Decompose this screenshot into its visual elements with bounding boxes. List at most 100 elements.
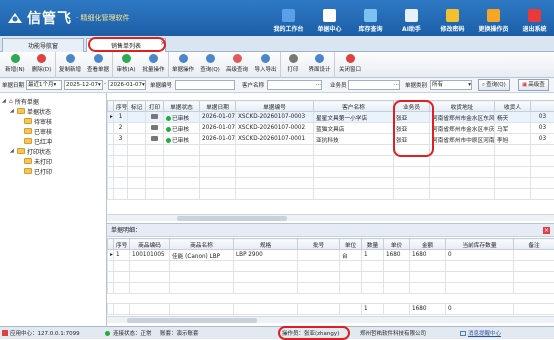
tree-group-print[interactable]: ◢打印状态	[10, 146, 51, 156]
detail-close-icon[interactable]: ×	[543, 227, 550, 234]
toolbar-close-window-button[interactable]: 关闭窗口	[335, 52, 365, 78]
add-icon	[11, 54, 20, 63]
folder-icon	[24, 118, 32, 124]
date-to-field[interactable]: 2026-01-07▾	[108, 80, 146, 90]
scrollbar-thumb[interactable]	[127, 318, 257, 323]
toolbar-batch-button[interactable]: 批量操作	[139, 52, 169, 78]
main-horizontal-scrollbar[interactable]	[107, 214, 554, 221]
tree-item-reversed[interactable]: 已红冲	[24, 136, 52, 146]
toolbar-print-button[interactable]: 打印	[281, 52, 305, 78]
period-select[interactable]: 最近1个月▾	[26, 80, 62, 90]
tree-item-unprinted[interactable]: 未打印	[24, 156, 52, 166]
detail-header: 单据明细： ×	[107, 223, 554, 237]
scrollbar-thumb[interactable]	[177, 216, 287, 221]
dcol-code[interactable]: 商品编码	[130, 239, 170, 250]
nav-ai-assistant[interactable]: AI助手	[391, 0, 432, 36]
app-header: 信管飞 · 精细化管理软件 我的工作台单据中心库存查询AI助手修改密码更换操作员…	[0, 0, 554, 36]
toolbar-label: 审核(A)	[116, 65, 135, 73]
dcol-name[interactable]: 商品名称	[170, 239, 234, 250]
chevron-down-icon: ▾	[142, 82, 145, 88]
toolbar-advanced-query-button[interactable]: 高级查询	[223, 52, 251, 78]
dcol-batch[interactable]: 批号	[298, 239, 340, 250]
toolbar-document-action-button[interactable]: 单据操作	[169, 52, 197, 78]
type-select[interactable]: 所有▾	[430, 80, 472, 90]
nav-workbench[interactable]: 我的工作台	[268, 0, 309, 36]
cell-no: 3	[114, 134, 128, 145]
col-customer[interactable]: 客户名称	[314, 101, 394, 112]
col-code[interactable]: 单据编号	[236, 101, 314, 112]
tree-group-status[interactable]: ◢单据状态	[10, 106, 51, 116]
date-from-field[interactable]: 2025-12-07▾	[64, 80, 103, 90]
dcol-amount[interactable]: 金额	[410, 239, 446, 250]
toolbar-view-document-button[interactable]: 查看单据	[84, 52, 113, 78]
folder-icon	[17, 108, 25, 114]
col-extra[interactable]	[531, 101, 554, 112]
message-center[interactable]: 消息提醒中心	[460, 329, 501, 337]
query-button[interactable]: ⌕查询(Q)	[478, 79, 510, 91]
detail-row[interactable]: ▸1100101005佳能 (Canon) LBPLBP 2900台116801…	[108, 250, 554, 261]
toolbar-add-button[interactable]: 新增(N)	[2, 52, 28, 78]
col-status[interactable]: 单据状态	[164, 101, 200, 112]
collapse-icon[interactable]: ◢	[2, 98, 9, 104]
dcol-spec[interactable]: 规格	[234, 239, 298, 250]
dcol-unit[interactable]: 单位	[340, 239, 362, 250]
salesperson-filter-input[interactable]: ···	[348, 80, 400, 90]
cell-date: 2026-01-07	[200, 123, 236, 134]
total-qty: 1	[362, 304, 384, 315]
toolbar-delete-button[interactable]: 删除(D)	[28, 52, 56, 78]
col-print[interactable]: 打印	[146, 101, 164, 112]
lock-icon	[446, 9, 459, 22]
table-row[interactable]: 2已审核2026-01-07XSCKD-20260107-0002蓝猫文具店张亚…	[108, 123, 554, 134]
toolbar-import-export-button[interactable]: 导入导出	[251, 52, 281, 78]
tree-item-approved[interactable]: 已审核	[24, 126, 52, 136]
nav-label: 修改密码	[440, 24, 464, 33]
collapse-icon[interactable]: ◢	[10, 108, 17, 114]
lookup-icon[interactable]: ···	[316, 81, 321, 89]
toolbar-approve-button[interactable]: 审核(A)	[113, 52, 139, 78]
nav-exit[interactable]: 退出系统	[514, 0, 554, 36]
tree-item-pending[interactable]: 待审核	[24, 116, 52, 126]
detail-table: 序号 商品编码 商品名称 规格 批号 单位 数量 单价 金额 当前库存数量 备注…	[107, 238, 554, 294]
col-receiver[interactable]: 收货人	[495, 101, 531, 112]
tab-function-nav[interactable]: 功能导航窗	[2, 38, 84, 52]
nav-inventory[interactable]: 库存查询	[350, 0, 391, 36]
col-no[interactable]: 序号	[114, 101, 128, 112]
nav-document-center[interactable]: 单据中心	[309, 0, 350, 36]
dcol-stock[interactable]: 当前库存数量	[446, 239, 514, 250]
table-row[interactable]: ▸1已审核2026-01-07XSCKD-20260107-0003星星文具第一…	[108, 112, 554, 123]
toolbar-layout-design-button[interactable]: 界面设计	[305, 52, 335, 78]
code-filter-input[interactable]	[175, 80, 235, 90]
col-date[interactable]: 单据日期	[200, 101, 236, 112]
dcol-qty[interactable]: 数量	[362, 239, 384, 250]
toolbar-copy-button[interactable]: 复制新增	[56, 52, 84, 78]
dcol-no[interactable]: 序号	[114, 239, 130, 250]
collapse-icon[interactable]: ◢	[10, 148, 17, 154]
detail-horizontal-scrollbar[interactable]	[107, 316, 554, 323]
tree-root[interactable]: ◢⌂所有单据	[2, 96, 39, 106]
advanced-query-button[interactable]: ▣高级查	[518, 79, 549, 91]
customer-filter-input[interactable]: ···	[267, 80, 322, 90]
toolbar-query-button[interactable]: 查询(Q)	[197, 52, 223, 78]
logo-mark-icon	[6, 11, 24, 25]
chevron-down-icon: ▾	[468, 81, 471, 89]
toolbar-label: 打印	[287, 65, 298, 73]
app-subtitle: · 精细化管理软件	[76, 13, 129, 23]
nav-user-switch[interactable]: 更换操作员	[473, 0, 514, 36]
cell-extra: 03	[531, 134, 554, 145]
cell-status: 已审核	[164, 112, 200, 123]
dcol-price[interactable]: 单价	[384, 239, 410, 250]
col-mark[interactable]: 标记	[128, 101, 146, 112]
dcol-note[interactable]: 备注	[514, 239, 554, 250]
col-address[interactable]: 收货地址	[430, 101, 495, 112]
toolbar-label: 删除(D)	[32, 65, 52, 73]
nav-lock[interactable]: 修改密码	[432, 0, 473, 36]
connection-status: 连接状态：正常	[105, 329, 152, 337]
salesperson-filter-label: 业务员	[330, 81, 347, 89]
toolbar-label: 批量操作	[142, 65, 164, 73]
table-row[interactable]: 3已审核2026-01-07XSCKD-20260107-0001亚抗科技张亚河…	[108, 134, 554, 145]
tree-item-printed[interactable]: 已打印	[24, 166, 52, 176]
lookup-icon[interactable]: ···	[394, 81, 399, 89]
cell-code: XSCKD-20260107-0002	[236, 123, 314, 134]
top-navigation: 我的工作台单据中心库存查询AI助手修改密码更换操作员退出系统	[268, 0, 554, 36]
close-window-icon	[346, 54, 355, 63]
